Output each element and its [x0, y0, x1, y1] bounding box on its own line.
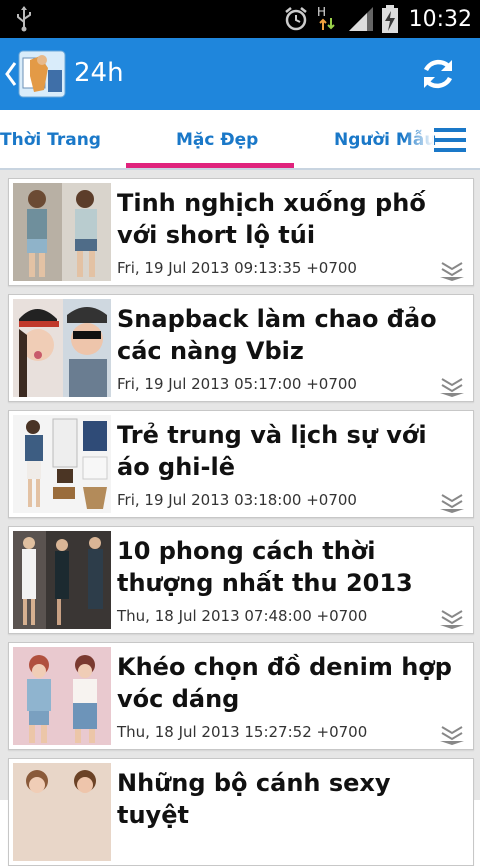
category-tabs: Thời Trang Mặc Đẹp Người Mẫu: [0, 110, 480, 170]
tab-mac-dep[interactable]: Mặc Đẹp: [176, 130, 258, 150]
article-thumbnail: [13, 531, 111, 629]
article-title[interactable]: Snapback làm chao đảo các nàng Vbiz: [117, 303, 465, 367]
app-title: 24h: [74, 58, 124, 88]
tab-fade: [404, 110, 434, 166]
list-item[interactable]: Trẻ trung và lịch sự với áo ghi-lê Fri, …: [8, 410, 474, 518]
battery-charging-icon: [381, 5, 398, 33]
article-thumbnail: [13, 415, 111, 513]
list-item[interactable]: Khéo chọn đồ denim hợp vóc dáng Thu, 18 …: [8, 642, 474, 750]
tab-indicator: [126, 163, 294, 168]
article-thumbnail: [13, 647, 111, 745]
clock: 10:32: [408, 6, 472, 32]
network-h-icon: H: [317, 5, 335, 30]
usb-icon: [17, 6, 31, 32]
alarm-icon: [284, 7, 307, 31]
status-bar: H 10:32: [0, 0, 480, 38]
expand-icon[interactable]: [437, 257, 467, 281]
article-title[interactable]: Trẻ trung và lịch sự với áo ghi-lê: [117, 419, 465, 483]
list-item[interactable]: Tinh nghịch xuống phố với short lộ túi F…: [8, 178, 474, 286]
list-item[interactable]: 10 phong cách thời thượng nhất thu 2013 …: [8, 526, 474, 634]
article-date: Fri, 19 Jul 2013 03:18:00 +0700: [117, 491, 357, 509]
tab-thoi-trang[interactable]: Thời Trang: [0, 130, 101, 150]
article-thumbnail: [13, 183, 111, 281]
refresh-icon[interactable]: [418, 54, 458, 94]
expand-icon[interactable]: [437, 373, 467, 397]
article-thumbnail: [13, 763, 111, 861]
list-item[interactable]: Những bộ cánh sexy tuyệt: [8, 758, 474, 866]
svg-text:H: H: [317, 5, 326, 19]
menu-icon[interactable]: [434, 128, 466, 152]
article-date: Thu, 18 Jul 2013 07:48:00 +0700: [117, 607, 368, 625]
app-logo[interactable]: [18, 50, 66, 98]
article-title[interactable]: Những bộ cánh sexy tuyệt: [117, 767, 465, 831]
article-date: Thu, 18 Jul 2013 15:27:52 +0700: [117, 723, 368, 741]
article-title[interactable]: Tinh nghịch xuống phố với short lộ túi: [117, 187, 465, 251]
expand-icon[interactable]: [437, 605, 467, 629]
status-icons: H 10:32: [283, 0, 472, 38]
app-bar: 24h: [0, 38, 480, 110]
article-thumbnail: [13, 299, 111, 397]
expand-icon[interactable]: [437, 489, 467, 513]
article-title[interactable]: Khéo chọn đồ denim hợp vóc dáng: [117, 651, 465, 715]
article-date: Fri, 19 Jul 2013 05:17:00 +0700: [117, 375, 357, 393]
article-title[interactable]: 10 phong cách thời thượng nhất thu 2013: [117, 535, 465, 599]
list-item[interactable]: Snapback làm chao đảo các nàng Vbiz Fri,…: [8, 294, 474, 402]
back-icon[interactable]: [4, 60, 18, 88]
expand-icon[interactable]: [437, 721, 467, 745]
signal-icon: [348, 7, 373, 31]
article-date: Fri, 19 Jul 2013 09:13:35 +0700: [117, 259, 357, 277]
article-list[interactable]: Tinh nghịch xuống phố với short lộ túi F…: [0, 170, 480, 866]
